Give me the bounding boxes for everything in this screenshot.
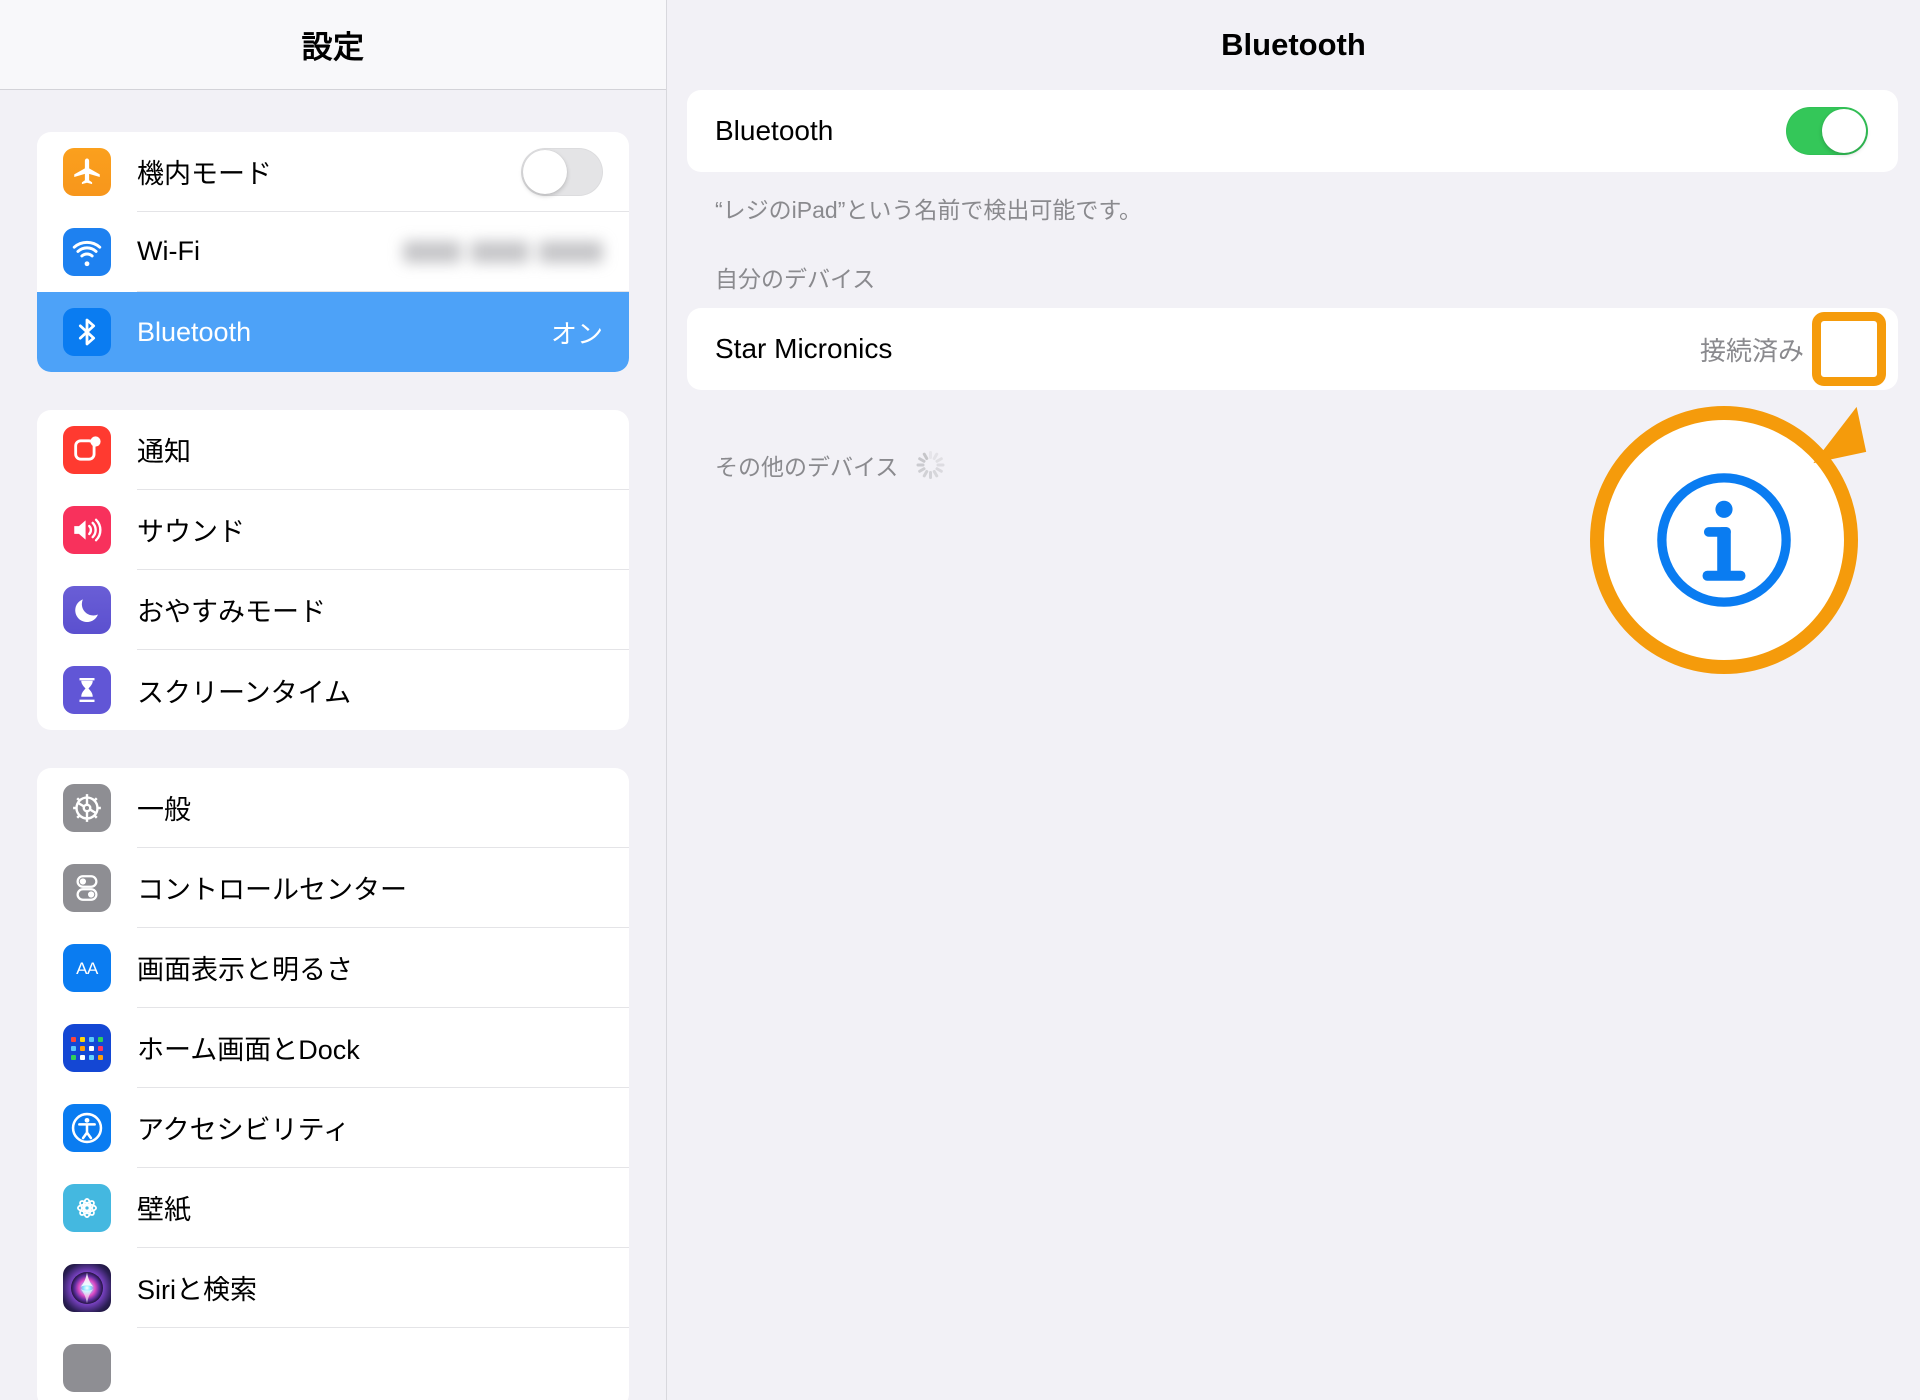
sidebar-item-content: アクセシビリティ xyxy=(137,1088,629,1168)
sidebar-item-control-center[interactable]: コントロールセンター xyxy=(37,848,629,928)
highlight-box-annotation xyxy=(1812,312,1886,387)
sidebar-item-label: Wi-Fi xyxy=(137,236,200,266)
sidebar-item-value-redacted: atom-14x183-a xyxy=(403,240,603,263)
general-gear-icon xyxy=(63,784,111,832)
sidebar-item-siri-search[interactable]: Siriと検索 xyxy=(37,1248,629,1328)
sidebar-item-label: ホーム画面とDock xyxy=(137,1035,360,1065)
my-devices-card: Star Micronics 接続済み xyxy=(687,308,1898,391)
sidebar-item-content: Wi-Fi atom-14x183-a xyxy=(137,212,629,292)
settings-app: 設定 機内モード Wi-Fi atom-14x183-a Bluetooth オン通知サ… xyxy=(0,0,1920,1400)
sidebar-item-notifications[interactable]: 通知 xyxy=(37,410,629,490)
scanning-spinner-icon xyxy=(916,451,945,480)
bluetooth-toggle-row[interactable]: Bluetooth xyxy=(687,90,1898,172)
airplane-icon xyxy=(63,148,111,196)
sidebar-item-value: オン xyxy=(550,318,603,349)
spinner-blade xyxy=(916,463,925,467)
sidebar-item-content: Siriと検索 xyxy=(137,1248,629,1328)
callout-annotation xyxy=(1590,406,1867,675)
sidebar-item-screen-time[interactable]: スクリーンタイム xyxy=(37,650,629,730)
sidebar-group: 機内モード Wi-Fi atom-14x183-a Bluetooth オン xyxy=(37,132,629,372)
sidebar-item-label: おやすみモード xyxy=(137,597,326,627)
wallpaper-icon xyxy=(63,1184,111,1232)
sidebar-item-content: 壁紙 xyxy=(137,1168,629,1248)
sidebar-item-home-screen-dock[interactable]: ホーム画面とDock xyxy=(37,1008,629,1088)
sound-icon xyxy=(63,506,111,554)
detail-header: Bluetooth xyxy=(667,0,1920,90)
screen-time-icon xyxy=(63,666,111,714)
sidebar-item-label: 壁紙 xyxy=(137,1195,191,1225)
sidebar-item-label: アクセシビリティ xyxy=(137,1115,351,1145)
sidebar-item-display-brightness[interactable]: AA 画面表示と明るさ xyxy=(37,928,629,1008)
sidebar-item-content: 一般 xyxy=(137,768,629,848)
sidebar-item-content: ホーム画面とDock xyxy=(137,1008,629,1088)
sidebar-item-content: サウンド xyxy=(137,490,629,570)
svg-text:AA: AA xyxy=(76,959,99,978)
sidebar-item-wallpaper[interactable]: 壁紙 xyxy=(37,1168,629,1248)
device-status: 接続済み xyxy=(1699,335,1804,366)
bluetooth-detail-pane: Bluetooth Bluetooth “レジのiPad”という名前で検出可能で… xyxy=(667,0,1920,1400)
device-name: Star Micronics xyxy=(715,333,893,365)
sidebar-item-do-not-disturb[interactable]: おやすみモード xyxy=(37,570,629,650)
sidebar-item-label: 画面表示と明るさ xyxy=(137,955,353,985)
sidebar-item-label: 機内モード xyxy=(137,159,272,189)
partial-app-icon xyxy=(63,1344,111,1392)
control-center-icon xyxy=(63,864,111,912)
info-icon xyxy=(1657,473,1791,607)
sidebar-item-general-gear[interactable]: 一般 xyxy=(37,768,629,848)
do-not-disturb-icon xyxy=(63,586,111,634)
sidebar-header: 設定 xyxy=(0,0,666,90)
wifi-icon xyxy=(63,228,111,276)
my-devices-heading-label: 自分のデバイス xyxy=(715,266,876,293)
page-title: Bluetooth xyxy=(1221,27,1366,62)
sidebar-item-label: Siriと検索 xyxy=(137,1275,257,1305)
sidebar-group: 一般コントロールセンター AA 画面表示と明るさ ホーム画面とDock アクセシビリティ… xyxy=(37,768,629,1400)
sidebar-list: 機内モード Wi-Fi atom-14x183-a Bluetooth オン通知サウンド… xyxy=(0,132,666,1400)
notifications-icon xyxy=(63,426,111,474)
sidebar-item-bluetooth[interactable]: Bluetooth オン xyxy=(37,292,629,372)
sidebar-item-airplane[interactable]: 機内モード xyxy=(37,132,629,212)
sidebar-item-content: 通知 xyxy=(137,410,629,490)
other-devices-heading-label: その他のデバイス xyxy=(715,454,899,481)
home-screen-dock-icon xyxy=(63,1024,111,1072)
siri-search-icon xyxy=(63,1264,111,1312)
bluetooth-switch-knob xyxy=(1822,109,1866,153)
sidebar-item-content: 画面表示と明るさ xyxy=(137,928,629,1008)
sidebar-item-content: Bluetooth オン xyxy=(137,292,629,372)
airplane-switch-knob xyxy=(523,149,567,194)
sidebar-item-label: サウンド xyxy=(137,517,245,547)
accessibility-icon xyxy=(63,1104,111,1152)
sidebar-item-accessibility[interactable]: アクセシビリティ xyxy=(37,1088,629,1168)
settings-sidebar: 設定 機内モード Wi-Fi atom-14x183-a Bluetooth オン通知サ… xyxy=(0,0,667,1400)
sidebar-title: 設定 xyxy=(301,30,365,65)
sidebar-item-label: Bluetooth xyxy=(137,316,252,347)
sidebar-item-label: 一般 xyxy=(137,795,191,825)
sidebar-item-label: 通知 xyxy=(137,437,191,467)
table-row[interactable]: Star Micronics 接続済み xyxy=(687,308,1898,390)
bluetooth-icon xyxy=(63,308,111,356)
my-devices-heading: 自分のデバイス xyxy=(687,226,1898,308)
airplane-switch[interactable] xyxy=(521,147,603,196)
sidebar-item-label: スクリーンタイム xyxy=(137,677,352,708)
spinner-blade xyxy=(936,463,945,467)
discoverable-caption: “レジのiPad”という名前で検出可能です。 xyxy=(715,197,1143,223)
sidebar-item-content: おやすみモード xyxy=(137,570,629,650)
display-brightness-icon: AA xyxy=(63,944,111,992)
bluetooth-toggle-label: Bluetooth xyxy=(715,115,834,146)
callout-pointer xyxy=(1803,407,1867,464)
sidebar-item-content: コントロールセンター xyxy=(137,848,629,928)
sidebar-group: 通知サウンドおやすみモード スクリーンタイム xyxy=(37,410,629,730)
sidebar-item-content: スクリーンタイム xyxy=(137,650,629,730)
sidebar-item-content xyxy=(137,1328,629,1400)
sidebar-item-label: コントロールセンター xyxy=(137,875,407,905)
sidebar-item-content: 機内モード xyxy=(137,132,629,212)
sidebar-item-sound[interactable]: サウンド xyxy=(37,490,629,570)
sidebar-item-wifi[interactable]: Wi-Fi atom-14x183-a xyxy=(37,212,629,292)
bluetooth-toggle-card: Bluetooth xyxy=(687,90,1898,172)
sidebar-item-partial[interactable] xyxy=(37,1328,629,1400)
bluetooth-switch[interactable] xyxy=(1786,107,1868,155)
spinner-blade xyxy=(928,471,932,480)
